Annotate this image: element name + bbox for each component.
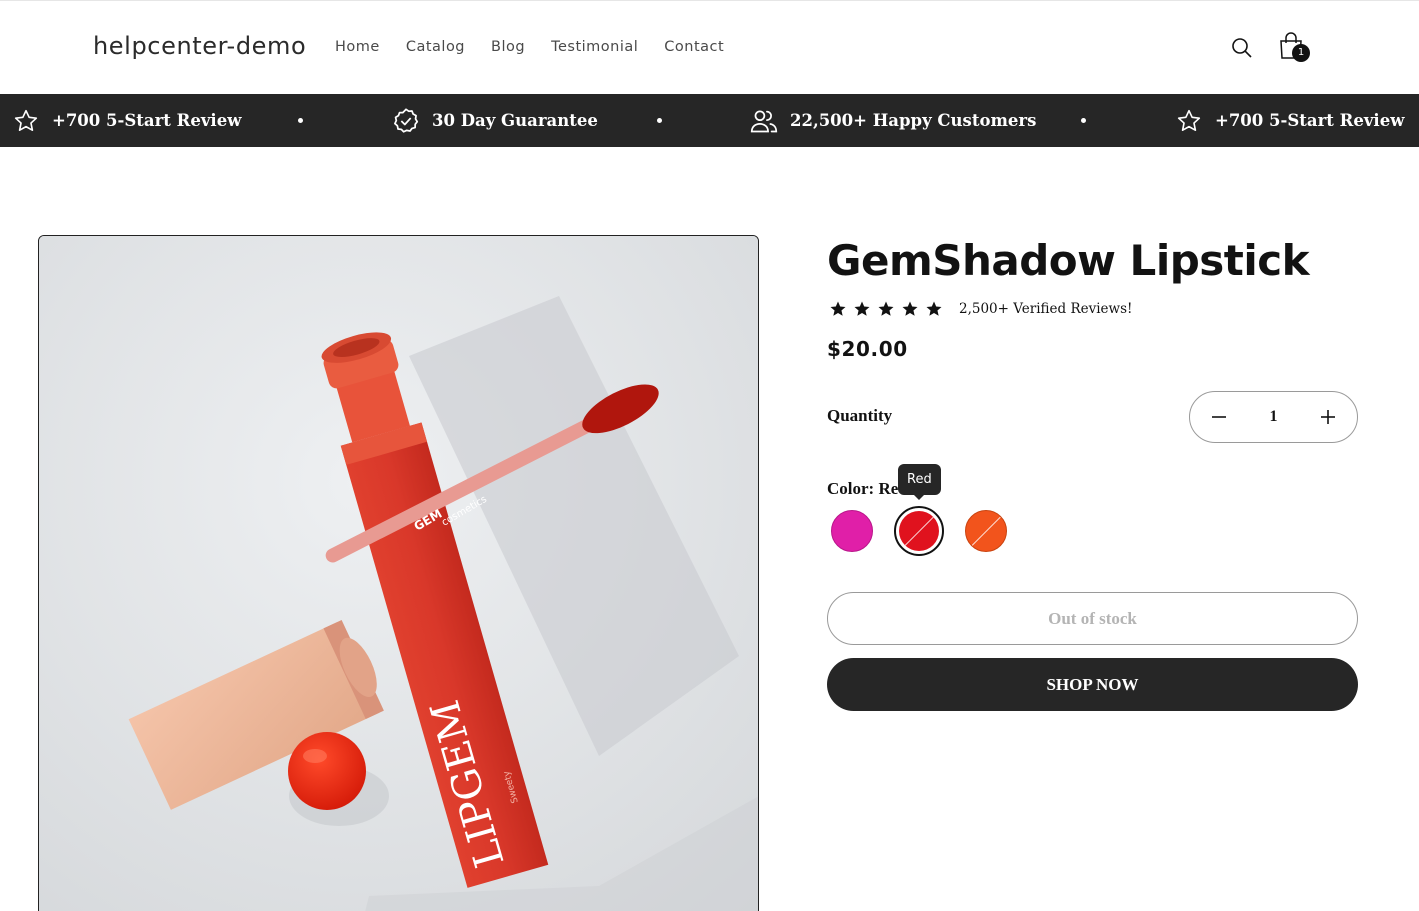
announcement-item: 30 Day Guarantee (392, 94, 598, 147)
star-filled-icon (878, 301, 894, 316)
nav-testimonial[interactable]: Testimonial (551, 39, 638, 55)
badge-check-icon (394, 107, 419, 133)
color-label: Color: Red (827, 479, 908, 498)
nav-blog[interactable]: Blog (491, 39, 525, 55)
swatch-orange[interactable] (965, 510, 1007, 552)
star-filled-icon (830, 301, 846, 316)
quantity-label: Quantity (827, 406, 893, 425)
swatch-color (899, 511, 939, 551)
product-price: $20.00 (827, 337, 908, 361)
swatch-color (831, 510, 873, 552)
lipgloss-photo: LIPGEM Sweety GEM cosmetics (39, 236, 758, 911)
users-icon (750, 109, 778, 132)
announcement-text: +700 5-Start Review (1215, 111, 1405, 130)
swatch-tooltip: Red (898, 464, 941, 500)
cart-button[interactable]: 1 (1278, 32, 1312, 64)
announcement-item: 22,500+ Happy Customers (750, 94, 1036, 147)
shop-now-button[interactable]: SHOP NOW (827, 658, 1358, 711)
star-filled-icon (926, 301, 942, 316)
minus-icon[interactable] (1208, 406, 1230, 428)
search-icon[interactable] (1230, 36, 1254, 60)
product-title: GemShadow Lipstick (827, 236, 1310, 285)
swatch-magenta[interactable] (831, 510, 873, 552)
plus-icon[interactable] (1317, 406, 1339, 428)
site-header: helpcenter-demo Home Catalog Blog Testim… (0, 0, 1419, 94)
rating-stars (827, 300, 945, 318)
nav-home[interactable]: Home (335, 39, 380, 55)
quantity-input[interactable] (1253, 408, 1294, 426)
product-rating: 2,500+ Verified Reviews! (827, 300, 1132, 318)
cart-count-badge: 1 (1292, 44, 1310, 62)
star-filled-icon (854, 301, 870, 316)
separator-dot (1081, 118, 1086, 123)
announcement-text: 22,500+ Happy Customers (790, 111, 1037, 130)
rating-text: 2,500+ Verified Reviews! (959, 301, 1133, 317)
separator-dot (298, 118, 303, 123)
swatch-color (965, 510, 1007, 552)
announcement-item: +700 5-Start Review (1175, 94, 1404, 147)
out-of-stock-button[interactable]: Out of stock (827, 592, 1358, 645)
separator-dot (657, 118, 662, 123)
star-filled-icon (902, 301, 918, 316)
star-icon (1177, 109, 1201, 131)
announcement-bar: +700 5-Start Review 30 Day Guarantee 22,… (0, 94, 1419, 147)
announcement-text: 30 Day Guarantee (432, 111, 598, 130)
announcement-text: +700 5-Start Review (52, 111, 242, 130)
quantity-stepper (1189, 391, 1358, 443)
main-nav: Home Catalog Blog Testimonial Contact (335, 39, 750, 55)
nav-catalog[interactable]: Catalog (406, 39, 465, 55)
star-icon (14, 109, 38, 131)
swatch-red[interactable] (894, 506, 944, 556)
nav-contact[interactable]: Contact (664, 39, 724, 55)
site-logo[interactable]: helpcenter-demo (93, 32, 306, 60)
announcement-item: +700 5-Start Review (12, 94, 241, 147)
product-image[interactable]: LIPGEM Sweety GEM cosmetics (38, 235, 759, 911)
